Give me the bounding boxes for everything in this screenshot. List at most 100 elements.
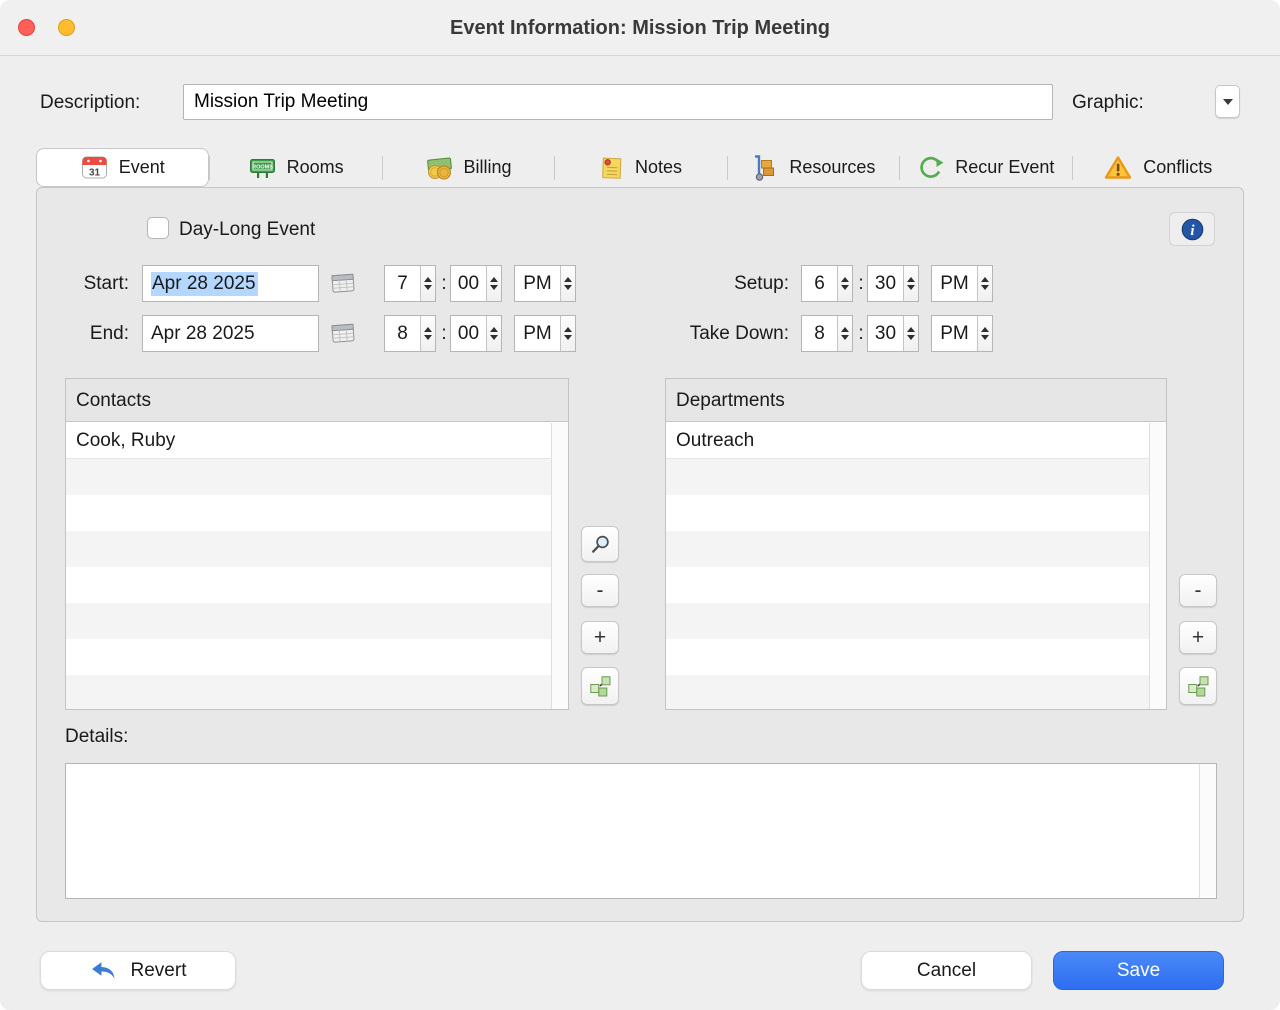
start-hour-stepper[interactable] [420,266,435,301]
take-down-period-value: PM [932,316,977,351]
departments-list: Departments Outreach [665,378,1167,710]
take-down-minute-stepper[interactable] [903,316,918,351]
details-area [65,763,1217,899]
list-item-empty[interactable] [666,495,1149,531]
take-down-hour-field[interactable]: 8 [801,315,853,352]
save-button[interactable]: Save [1053,951,1224,990]
end-minute-field[interactable]: 00 [450,315,502,352]
end-minute-stepper[interactable] [486,316,501,351]
calendar-icon: 31 [81,154,108,181]
contacts-assign-group-button[interactable] [581,667,619,705]
time-separator: : [438,315,450,352]
start-date-field[interactable]: Apr 28 2025 [142,265,319,302]
take-down-period-stepper[interactable] [977,316,992,351]
chevron-down-icon [1223,99,1233,105]
info-button[interactable]: i [1169,212,1215,246]
description-label: Description: [40,92,140,114]
tab-recur-event[interactable]: Recur Event [900,148,1071,187]
take-down-hour-value: 8 [802,316,837,351]
setup-hour-field[interactable]: 6 [801,265,853,302]
tab-label: Recur Event [955,157,1054,178]
setup-minute-field[interactable]: 30 [867,265,919,302]
take-down-minute-field[interactable]: 30 [867,315,919,352]
rooms-sign-icon: ROOMS [249,154,276,181]
departments-scrollbar[interactable] [1149,423,1166,709]
end-hour-field[interactable]: 8 [384,315,436,352]
contacts-search-button[interactable] [581,526,619,562]
tab-event[interactable]: 31 Event [36,148,209,187]
tab-label: Rooms [287,157,344,178]
info-icon: i [1181,218,1204,241]
start-period-stepper[interactable] [560,266,575,301]
end-minute-value: 00 [451,316,486,351]
list-item-empty[interactable] [66,603,551,639]
list-item-empty[interactable] [66,639,551,675]
end-date-picker-button[interactable] [328,320,358,346]
list-item-empty[interactable] [66,495,551,531]
take-down-period-field[interactable]: PM [931,315,993,352]
list-item-empty[interactable] [666,459,1149,495]
list-item[interactable]: Cook, Ruby [66,423,551,459]
list-item-empty[interactable] [666,567,1149,603]
departments-assign-group-button[interactable] [1179,667,1217,705]
list-item-empty[interactable] [666,531,1149,567]
contacts-remove-button[interactable]: - [581,574,619,607]
take-down-label: Take Down: [617,315,789,352]
list-item[interactable]: Outreach [666,423,1149,459]
titlebar: Event Information: Mission Trip Meeting [0,0,1280,56]
list-item-empty[interactable] [666,675,1149,709]
tab-label: Resources [789,157,875,178]
end-period-value: PM [515,316,560,351]
note-icon [600,154,624,181]
contacts-add-button[interactable]: + [581,621,619,654]
details-textarea[interactable] [66,764,1199,898]
take-down-hour-stepper[interactable] [837,316,852,351]
setup-period-stepper[interactable] [977,266,992,301]
revert-button[interactable]: Revert [40,951,236,990]
revert-button-label: Revert [131,960,187,982]
tab-billing[interactable]: Billing [383,148,554,187]
end-hour-stepper[interactable] [420,316,435,351]
close-button[interactable] [18,19,35,36]
details-scrollbar[interactable] [1199,764,1216,898]
start-hour-field[interactable]: 7 [384,265,436,302]
setup-label: Setup: [617,265,789,302]
start-date-picker-button[interactable] [328,270,358,296]
end-date-field[interactable]: Apr 28 2025 [142,315,319,352]
end-period-field[interactable]: PM [514,315,576,352]
start-minute-field[interactable]: 00 [450,265,502,302]
graphic-dropdown-button[interactable] [1215,85,1240,118]
list-item-empty[interactable] [66,459,551,495]
day-long-event-label: Day-Long Event [179,219,315,241]
cancel-button[interactable]: Cancel [861,951,1032,990]
departments-add-button[interactable]: + [1179,621,1217,654]
tab-notes[interactable]: Notes [555,148,726,187]
setup-period-field[interactable]: PM [931,265,993,302]
contacts-scrollbar[interactable] [551,423,568,709]
end-period-stepper[interactable] [560,316,575,351]
list-item-empty[interactable] [66,531,551,567]
list-item-empty[interactable] [66,567,551,603]
list-item-empty[interactable] [666,603,1149,639]
tab-resources[interactable]: Resources [728,148,899,187]
window-title: Event Information: Mission Trip Meeting [0,0,1280,56]
day-long-event-checkbox[interactable] [147,217,169,239]
start-period-field[interactable]: PM [514,265,576,302]
departments-remove-button[interactable]: - [1179,574,1217,607]
tab-bar: 31 Event ROOMS Rooms Billing Notes [36,148,1244,187]
list-item-empty[interactable] [666,639,1149,675]
setup-minute-stepper[interactable] [903,266,918,301]
description-input[interactable] [183,84,1053,120]
departments-list-header: Departments [666,379,1166,422]
time-separator: : [438,265,450,302]
start-minute-stepper[interactable] [486,266,501,301]
start-label: Start: [37,265,129,302]
tab-conflicts[interactable]: Conflicts [1073,148,1244,187]
list-item-empty[interactable] [66,675,551,709]
tab-rooms[interactable]: ROOMS Rooms [210,148,381,187]
minimize-button[interactable] [58,19,75,36]
coins-icon [426,154,453,181]
svg-text:ROOMS: ROOMS [252,165,273,171]
setup-minute-value: 30 [868,266,903,301]
setup-hour-stepper[interactable] [837,266,852,301]
